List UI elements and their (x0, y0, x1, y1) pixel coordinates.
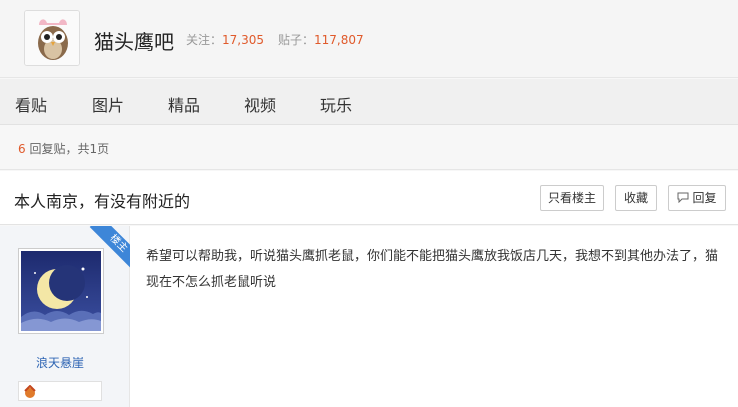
posts-label: 贴子： (278, 33, 315, 47)
post-content: 希望可以帮助我，听说猫头鹰抓老鼠，你们能不能把猫头鹰放我饭店几天，我想不到其他办… (146, 249, 719, 290)
forum-avatar-owl-icon[interactable] (24, 10, 80, 66)
only-owner-button[interactable]: 只看楼主 (540, 185, 604, 211)
nav-tab-posts[interactable]: 看贴 (15, 92, 47, 116)
reply-info-bar: 6 回复贴，共1页 (0, 126, 738, 170)
owner-tag-label: 楼主 (89, 226, 130, 268)
nav-tab-featured[interactable]: 精品 (168, 92, 200, 116)
level-badge-icon (22, 384, 38, 403)
follow-label: 关注： (186, 33, 223, 47)
author-username[interactable]: 浪天悬崖 (0, 354, 120, 371)
thread-title-row: 本人南京，有没有附近的 只看楼主 收藏 回复 (0, 171, 738, 225)
reply-count: 6 (18, 142, 26, 156)
nav-tab-fun[interactable]: 玩乐 (320, 92, 352, 116)
forum-stats: 关注：17,305 贴子：117,807 (186, 31, 364, 48)
reply-info-text: 6 回复贴，共1页 (18, 140, 109, 157)
forum-header: 猫头鹰吧 关注：17,305 贴子：117,807 (0, 0, 738, 78)
follow-count: 17,305 (222, 33, 265, 47)
reply-bubble-icon (677, 187, 689, 211)
thread-title: 本人南京，有没有附近的 (14, 192, 191, 211)
reply-button[interactable]: 回复 (668, 185, 726, 211)
favorite-button[interactable]: 收藏 (615, 185, 657, 211)
nav-tab-videos[interactable]: 视频 (244, 92, 276, 116)
post-floor: 浪天悬崖 楼主 希望可以帮助我，听说猫头鹰抓老鼠，你们能不能把猫头鹰放我饭店几天… (0, 226, 738, 407)
reply-button-label: 回复 (692, 191, 717, 205)
owner-corner-tag: 楼主 (88, 226, 130, 268)
forum-nav: 看贴 图片 精品 视频 玩乐 (0, 79, 738, 125)
posts-count: 117,807 (314, 33, 364, 47)
nav-tab-images[interactable]: 图片 (92, 92, 124, 116)
author-level-badge[interactable] (18, 381, 102, 401)
forum-title[interactable]: 猫头鹰吧 (94, 26, 174, 55)
reply-pages-text: 回复贴，共1页 (25, 142, 110, 156)
